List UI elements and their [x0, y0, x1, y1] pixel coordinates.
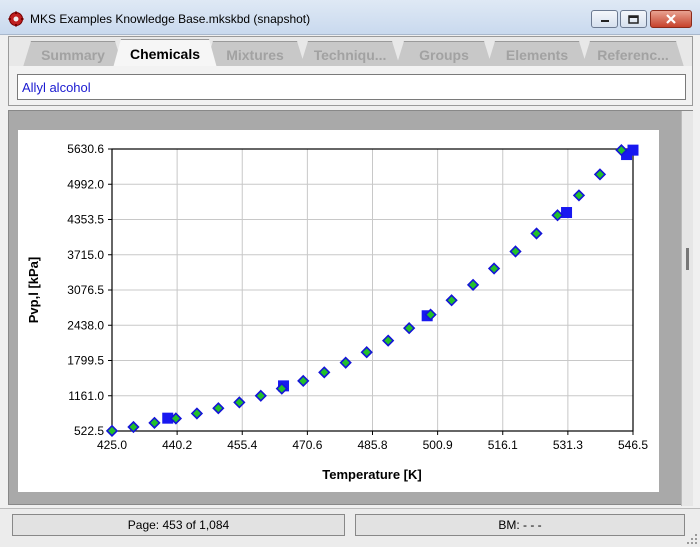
x-tick-label: 470.6 — [292, 438, 322, 452]
y-tick-label: 4992.0 — [67, 177, 104, 191]
diamond-data-point — [148, 416, 161, 429]
y-tick-label: 1799.5 — [67, 354, 104, 368]
scroll-thumb[interactable] — [686, 248, 689, 270]
diamond-data-point — [105, 424, 119, 437]
tab-groups[interactable]: Groups — [396, 41, 492, 67]
diamond-data-point — [297, 374, 310, 388]
tab-label: Summary — [41, 46, 105, 63]
y-axis-label: Pvp,l [kPa] — [26, 257, 41, 323]
status-bar: Page: 453 of 1,084 BM: - - - — [0, 508, 700, 547]
diamond-data-point — [212, 402, 225, 415]
window-title: MKS Examples Knowledge Base.mkskbd (snap… — [30, 12, 311, 26]
status-page: Page: 453 of 1,084 — [12, 514, 345, 536]
x-tick-labels: 425.0 440.2 455.4 470.6 485.8 500.9 516.1 531.3… — [97, 438, 648, 452]
chart-canvas: 522.5 1161.0 1799.5 2438.0 3076.5 3715.0 4353.… — [18, 130, 659, 492]
x-axis-label: Temperature [K] — [322, 467, 421, 482]
square-data-point — [561, 207, 573, 219]
tab-elements[interactable]: Elements — [487, 41, 587, 67]
y-tick-label: 1161.0 — [68, 389, 104, 403]
x-tick-label: 455.4 — [227, 438, 257, 452]
vertical-scrollbar[interactable] — [681, 111, 693, 506]
diamond-data-point — [339, 356, 352, 369]
close-icon — [666, 14, 676, 24]
tab-summary[interactable]: Summary — [23, 41, 123, 67]
diamond-data-point — [445, 294, 458, 307]
maximize-icon — [628, 14, 639, 24]
chemical-name-bar: Allyl alcohol — [8, 66, 693, 106]
diamond-data-point — [593, 168, 607, 181]
tab-label: Mixtures — [226, 46, 284, 63]
tab-mixtures[interactable]: Mixtures — [205, 41, 305, 67]
chemical-name-field[interactable]: Allyl alcohol — [17, 74, 686, 100]
x-tick-label: 440.2 — [162, 438, 192, 452]
tab-label: Chemicals — [129, 46, 201, 62]
diamond-data-point — [530, 227, 543, 240]
y-tick-label: 5630.6 — [67, 142, 104, 156]
tab-label: Referenc... — [597, 46, 669, 63]
tab-strip: Summary Mixtures Techniqu... Groups Elem… — [8, 36, 693, 66]
close-button[interactable] — [650, 10, 692, 28]
diamond-data-point — [403, 322, 416, 335]
diamond-data-point — [254, 389, 267, 402]
x-tick-label: 546.5 — [618, 438, 648, 452]
square-data-point — [627, 144, 639, 156]
tab-label: Techniqu... — [313, 46, 387, 63]
diamond-data-point — [572, 189, 586, 202]
status-bookmark: BM: - - - — [355, 514, 685, 536]
y-tick-label: 4353.5 — [67, 213, 104, 227]
tab-label: Elements — [505, 46, 569, 63]
y-tick-label: 3715.0 — [67, 248, 104, 262]
grid-lines — [108, 148, 634, 435]
diamond-data-point — [487, 262, 501, 275]
diamond-data-point — [551, 209, 564, 222]
x-tick-label: 500.9 — [423, 438, 453, 452]
app-gear-icon — [8, 11, 24, 27]
diamond-data-point — [318, 366, 331, 379]
tab-chemicals[interactable]: Chemicals — [113, 39, 217, 68]
diamond-data-point — [233, 396, 246, 409]
y-tick-label: 3076.5 — [67, 283, 104, 297]
tab-label: Groups — [419, 46, 469, 63]
maximize-button[interactable] — [620, 10, 647, 28]
tab-techniques[interactable]: Techniqu... — [300, 41, 400, 67]
vapor-pressure-chart: 522.5 1161.0 1799.5 2438.0 3076.5 3715.0 4353.… — [26, 142, 648, 482]
diamond-data-point — [360, 346, 373, 359]
y-tick-label: 2438.0 — [67, 318, 104, 332]
x-tick-label: 485.8 — [357, 438, 387, 452]
title-bar: MKS Examples Knowledge Base.mkskbd (snap… — [0, 0, 700, 35]
minimize-button[interactable] — [591, 10, 618, 28]
resize-grip-icon[interactable] — [686, 533, 698, 545]
y-tick-labels: 522.5 1161.0 1799.5 2438.0 3076.5 3715.0 4353.… — [67, 142, 104, 438]
y-tick-label: 522.5 — [74, 424, 104, 438]
x-tick-label: 516.1 — [488, 438, 518, 452]
x-tick-label: 425.0 — [97, 438, 127, 452]
x-tick-label: 531.3 — [553, 438, 583, 452]
minimize-icon — [600, 20, 609, 22]
diamond-data-point — [382, 334, 395, 347]
diamond-data-point — [466, 278, 480, 291]
tab-references[interactable]: Referenc... — [582, 41, 684, 67]
diamond-data-point — [190, 407, 204, 420]
chart-panel: 522.5 1161.0 1799.5 2438.0 3076.5 3715.0 4353.… — [8, 110, 693, 506]
